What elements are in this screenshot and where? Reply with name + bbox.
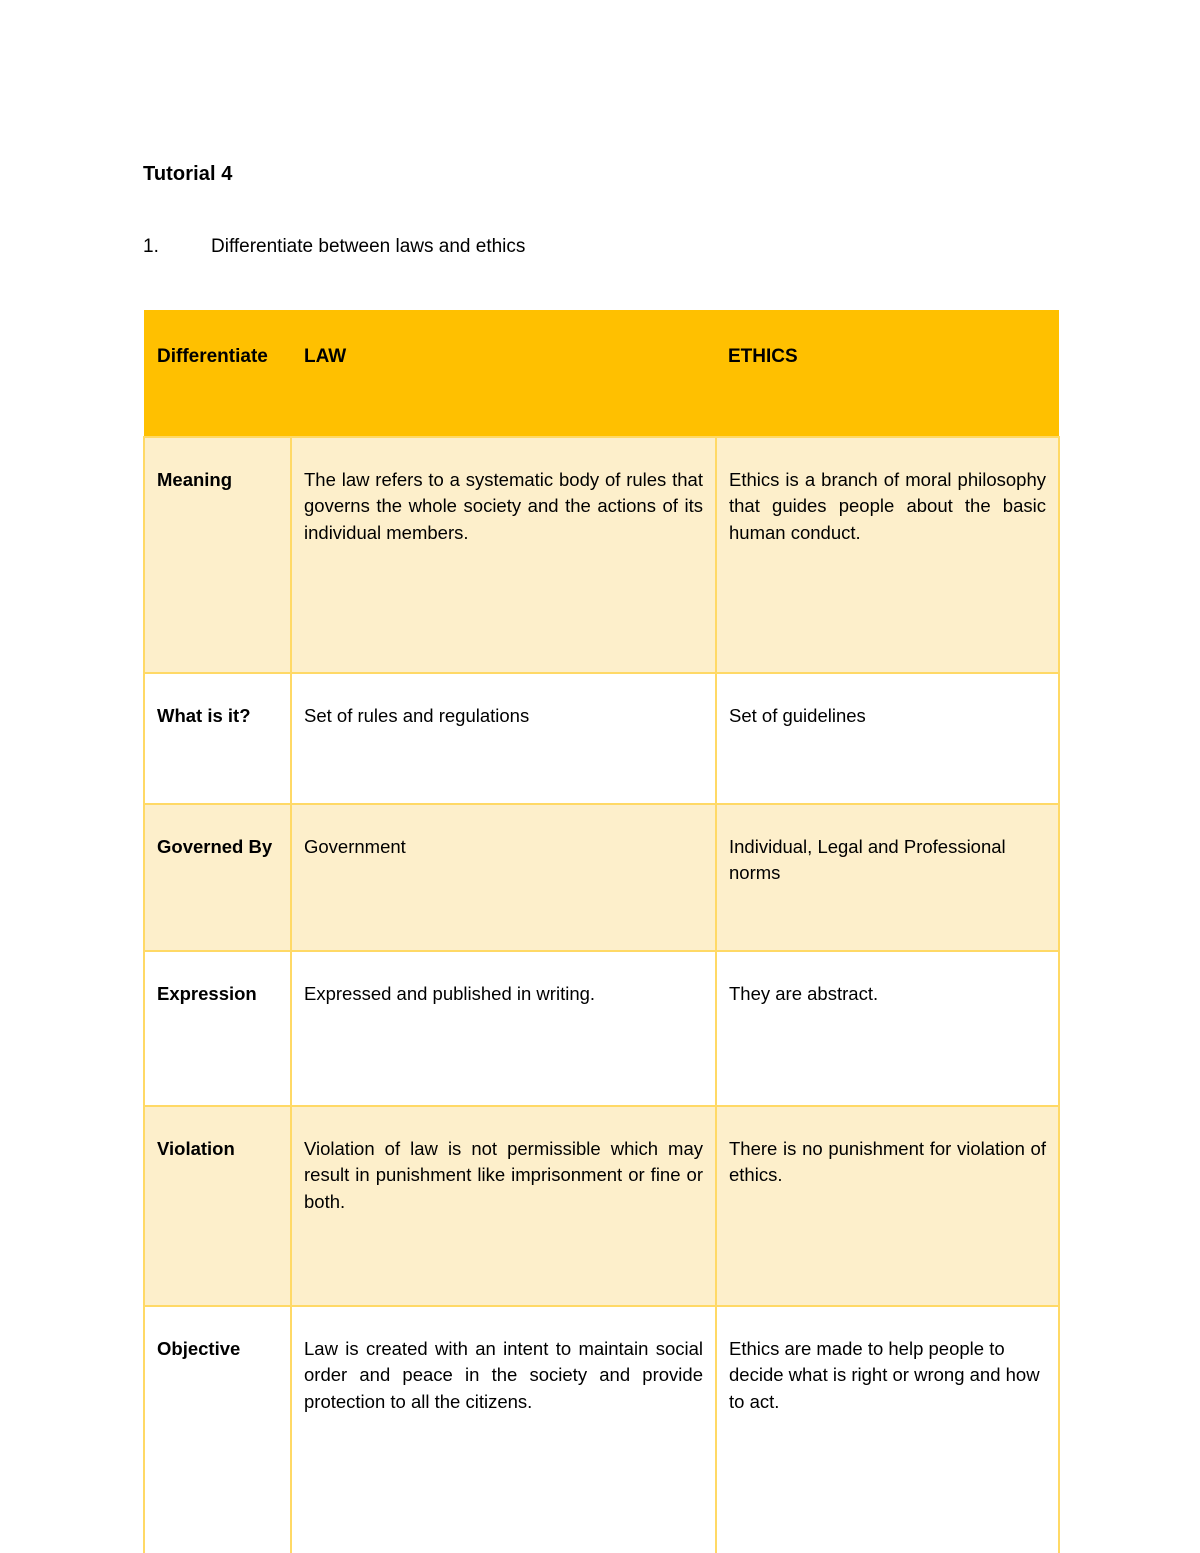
row-law-value: The law refers to a systematic body of r… xyxy=(290,436,717,674)
column-header-law: LAW xyxy=(291,310,716,437)
row-law-value: Violation of law is not permissible whic… xyxy=(290,1105,717,1307)
column-header-differentiate: Differentiate xyxy=(144,310,291,437)
table-row: Meaning The law refers to a systematic b… xyxy=(143,436,1060,674)
row-ethics-value: Ethics are made to help people to decide… xyxy=(715,1305,1060,1553)
question-text: Differentiate between laws and ethics xyxy=(211,236,526,257)
row-law-value: Expressed and published in writing. xyxy=(290,950,717,1107)
column-header-ethics: ETHICS xyxy=(716,310,1059,437)
question-number: 1. xyxy=(143,236,159,257)
row-label: Violation xyxy=(143,1105,292,1307)
row-law-value: Government xyxy=(290,803,717,952)
question-item: 1. Differentiate between laws and ethics xyxy=(143,235,525,260)
row-label: Expression xyxy=(143,950,292,1107)
row-ethics-value: They are abstract. xyxy=(715,950,1060,1107)
table-row: Governed By Government Individual, Legal… xyxy=(143,803,1060,952)
row-ethics-value: Set of guidelines xyxy=(715,672,1060,805)
law-vs-ethics-table: Differentiate LAW ETHICS Meaning The law… xyxy=(143,310,1060,1553)
table-row: Violation Violation of law is not permis… xyxy=(143,1105,1060,1307)
table-row: Expression Expressed and published in wr… xyxy=(143,950,1060,1107)
row-label: What is it? xyxy=(143,672,292,805)
row-ethics-value: Ethics is a branch of moral philosophy t… xyxy=(715,436,1060,674)
row-label: Objective xyxy=(143,1305,292,1553)
row-law-value: Set of rules and regulations xyxy=(290,672,717,805)
row-law-value: Law is created with an intent to maintai… xyxy=(290,1305,717,1553)
row-ethics-value: There is no punishment for violation of … xyxy=(715,1105,1060,1307)
document-page: Tutorial 4 1. Differentiate between laws … xyxy=(0,0,1200,1553)
row-label: Meaning xyxy=(143,436,292,674)
table-row: What is it? Set of rules and regulations… xyxy=(143,672,1060,805)
table-header-row: Differentiate LAW ETHICS xyxy=(144,310,1059,437)
table-row: Objective Law is created with an intent … xyxy=(143,1305,1060,1553)
row-ethics-value: Individual, Legal and Professional norms xyxy=(715,803,1060,952)
row-label: Governed By xyxy=(143,803,292,952)
page-title: Tutorial 4 xyxy=(143,163,233,185)
